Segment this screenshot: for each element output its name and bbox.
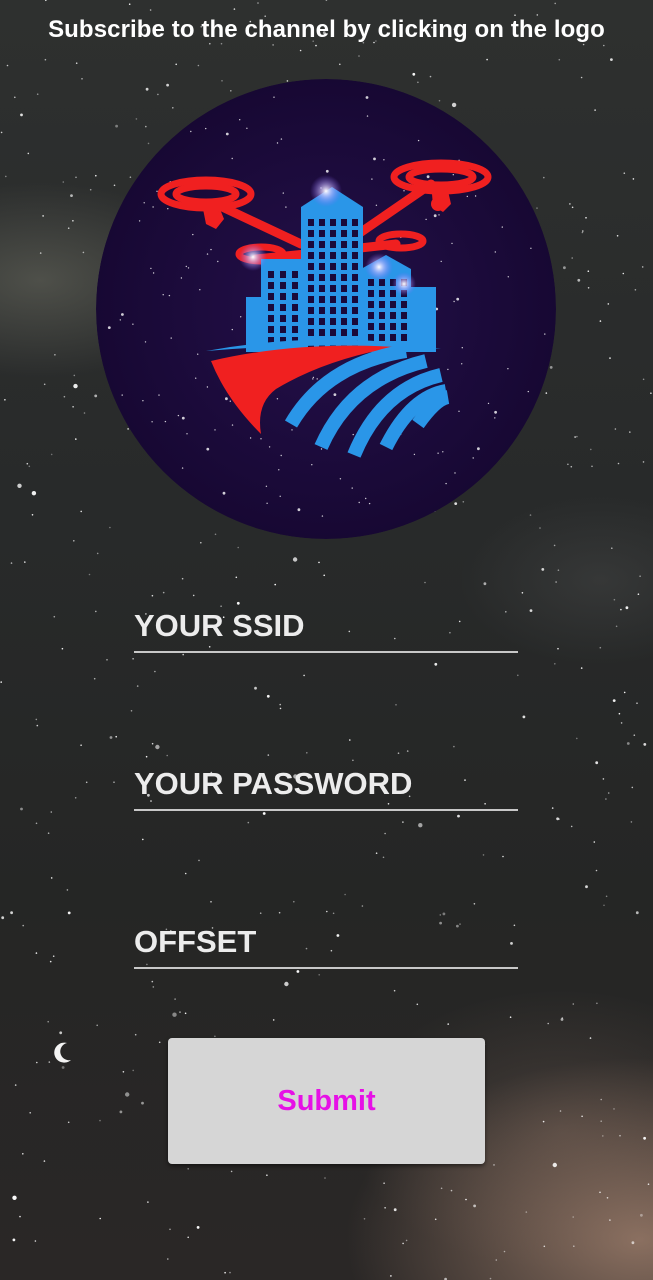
subscribe-instruction: Subscribe to the channel by clicking on …: [48, 16, 605, 43]
offset-input[interactable]: [134, 917, 518, 969]
moon-icon: [54, 1042, 71, 1063]
password-input[interactable]: [134, 759, 518, 811]
submit-button[interactable]: Submit: [168, 1038, 485, 1164]
ssid-input[interactable]: [134, 601, 518, 653]
drone-city-logo-icon: [96, 79, 556, 539]
channel-logo-button[interactable]: [96, 79, 556, 539]
app-screen: Subscribe to the channel by clicking on …: [0, 0, 653, 1280]
